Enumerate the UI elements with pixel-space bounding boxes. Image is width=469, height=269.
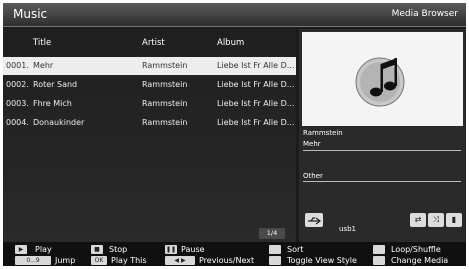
- current-song: Mehr: [303, 140, 321, 148]
- track-artist: Rammstein: [142, 118, 188, 127]
- change-media-icon: [373, 256, 385, 265]
- play-this-label: Play This: [111, 256, 147, 265]
- column-header-artist: Artist: [142, 38, 165, 48]
- track-list: Title Artist Album 0001. Mehr Rammstein …: [3, 29, 296, 242]
- media-browser-screen: Music Media Browser Title Artist Album 0…: [3, 3, 466, 266]
- track-index: 0004.: [6, 118, 29, 127]
- track-title: Mehr: [33, 61, 54, 70]
- divider: [303, 150, 461, 151]
- track-row[interactable]: 0001. Mehr Rammstein Liebe Ist Fr Alle D…: [3, 57, 296, 75]
- track-artist: Rammstein: [142, 61, 188, 70]
- shuffle-icon[interactable]: ⤨: [428, 213, 444, 227]
- stop-icon: ■: [91, 245, 103, 254]
- track-album: Liebe Ist Fr Alle D...: [217, 80, 295, 89]
- pause-icon: ❚❚: [165, 245, 177, 254]
- usb-icon[interactable]: [305, 213, 323, 227]
- track-title: Fhre Mich: [33, 99, 72, 108]
- track-artist: Rammstein: [142, 80, 188, 89]
- other-label: Other: [303, 172, 323, 180]
- toggle-view-icon: [269, 256, 281, 265]
- track-title: Donaukinder: [33, 118, 85, 127]
- jump-label: Jump: [55, 256, 76, 265]
- prev-next-icon: ◀ ▶: [165, 256, 195, 265]
- toggle-view-label: Toggle View Style: [287, 256, 357, 265]
- sort-label: Sort: [287, 245, 304, 254]
- ok-key-icon: OK: [91, 256, 107, 265]
- track-title: Roter Sand: [33, 80, 78, 89]
- loop-shuffle-label: Loop/Shuffle: [391, 245, 441, 254]
- track-row[interactable]: 0003. Fhre Mich Rammstein Liebe Ist Fr A…: [3, 95, 296, 113]
- track-album: Liebe Ist Fr Alle D...: [217, 118, 295, 127]
- track-index: 0001.: [6, 61, 29, 70]
- album-art: [302, 32, 463, 126]
- pause-label: Pause: [181, 245, 205, 254]
- column-header-title: Title: [33, 38, 52, 48]
- play-label: Play: [35, 245, 52, 254]
- track-row[interactable]: 0002. Roter Sand Rammstein Liebe Ist Fr …: [3, 76, 296, 94]
- current-artist: Rammstein: [303, 129, 343, 137]
- loop-shuffle-icon: [373, 245, 385, 254]
- stop-square-icon[interactable]: ▮: [446, 213, 462, 227]
- device-label: usb1: [339, 225, 356, 233]
- header-bar: Music Media Browser: [3, 3, 466, 27]
- music-note-icon: [355, 57, 405, 107]
- stop-label: Stop: [109, 245, 128, 254]
- track-album: Liebe Ist Fr Alle D...: [217, 61, 295, 70]
- track-row[interactable]: 0004. Donaukinder Rammstein Liebe Ist Fr…: [3, 114, 296, 132]
- column-header-album: Album: [217, 38, 245, 48]
- play-icon: ▶: [15, 245, 27, 254]
- page-indicator: 1/4: [259, 228, 285, 239]
- section-label: Media Browser: [391, 9, 458, 19]
- repeat-icon[interactable]: ⇄: [410, 213, 426, 227]
- track-index: 0002.: [6, 80, 29, 89]
- change-media-label: Change Media: [391, 256, 449, 265]
- track-album: Liebe Ist Fr Alle D...: [217, 99, 295, 108]
- screen-title: Music: [13, 7, 48, 21]
- info-panel: Rammstein Mehr Other usb1 ⇄ ⤨ ▮: [299, 29, 466, 242]
- divider: [303, 181, 461, 182]
- button-legend: ▶ Play ■ Stop ❚❚ Pause Sort Loop/Shuffle…: [3, 242, 466, 266]
- prev-next-label: Previous/Next: [199, 256, 255, 265]
- sort-icon: [269, 245, 281, 254]
- track-index: 0003.: [6, 99, 29, 108]
- number-keys-icon: 0...9: [15, 256, 51, 265]
- track-artist: Rammstein: [142, 99, 188, 108]
